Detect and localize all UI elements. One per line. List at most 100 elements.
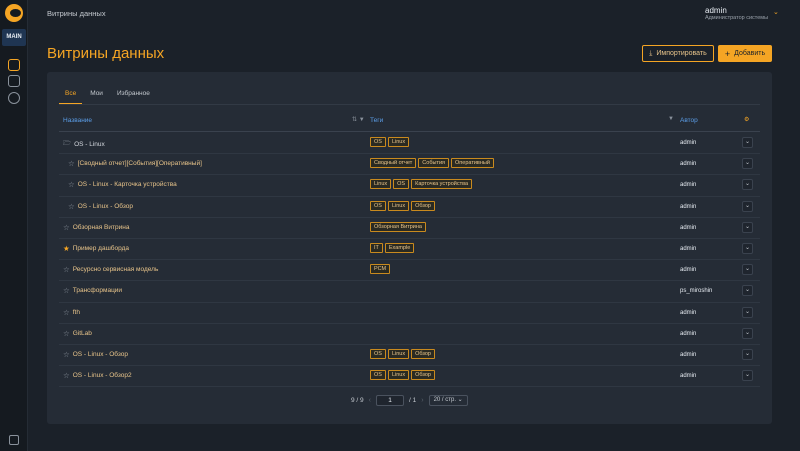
tag: Linux xyxy=(370,179,392,190)
table-row[interactable]: ☆ Ресурсно сервисная модель РСМ admin ⌄ xyxy=(59,260,760,282)
tab-favorites[interactable]: Избранное xyxy=(111,86,156,104)
star-outline-icon[interactable]: ☆ xyxy=(63,308,70,316)
tag: Linux xyxy=(387,137,410,147)
tag: Карточка устройства xyxy=(411,179,473,190)
row-name[interactable]: ☆ [Сводный отчет][События][Оперативный] xyxy=(68,160,202,168)
row-actions-dropdown[interactable]: ⌄ xyxy=(742,242,753,254)
row-name-text: [Сводный отчет][События][Оперативный] xyxy=(77,160,202,168)
row-name[interactable]: ☆ GitLab xyxy=(63,329,92,337)
row-actions-dropdown[interactable]: ⌄ xyxy=(742,264,753,276)
prev-page-icon[interactable]: ‹ xyxy=(369,397,371,404)
tab-mine[interactable]: Мои xyxy=(84,86,109,104)
row-actions-dropdown[interactable]: ⌄ xyxy=(742,285,753,297)
tabs-divider xyxy=(59,104,760,105)
pagination: 9 / 9 ‹ 1 / 1 › 20 / стр. ⌄ xyxy=(351,395,468,406)
user-name[interactable]: admin xyxy=(705,6,727,15)
add-button-label: Добавить xyxy=(734,50,766,57)
row-actions-dropdown[interactable]: ⌄ xyxy=(742,306,753,318)
table-row[interactable]: ☆ OS - Linux - Карточка устройства Linux… xyxy=(59,175,760,197)
row-name[interactable]: ☆ Обзорная Витрина xyxy=(63,224,129,232)
table-row[interactable]: ☆ Обзорная Витрина Обзорная Витрина admi… xyxy=(59,218,760,239)
database-icon[interactable] xyxy=(8,75,20,87)
star-outline-icon[interactable]: ☆ xyxy=(63,351,70,359)
download-icon: ⤓ xyxy=(649,49,653,57)
table-body: 🗁 OS - Linux OS Linux admin ⌄ ☆ [Сводный… xyxy=(59,133,760,388)
table-row[interactable]: ☆ OS - Linux - Обзор OS Linux Обзор admi… xyxy=(59,197,760,218)
table-row[interactable]: ☆ Трансформации ps_miroshin ⌄ xyxy=(59,281,760,303)
table-row[interactable]: ☆ OS - Linux - Обзор OS Linux Обзор admi… xyxy=(59,345,760,367)
row-name[interactable]: ★ Пример дашборда xyxy=(63,245,129,253)
page-title: Витрины данных xyxy=(47,45,165,62)
chevron-down-icon[interactable]: ⌄ xyxy=(773,8,779,16)
star-outline-icon[interactable]: ☆ xyxy=(63,287,70,295)
table-row[interactable]: ☆ [Сводный отчет][События][Оперативный] … xyxy=(59,154,760,176)
row-name[interactable]: ☆ Ресурсно сервисная модель xyxy=(63,266,159,274)
row-author: admin xyxy=(680,267,697,274)
next-page-icon[interactable]: › xyxy=(421,397,423,404)
row-actions-dropdown[interactable]: ⌄ xyxy=(742,327,753,339)
row-author: admin xyxy=(680,203,697,210)
column-name[interactable]: Название xyxy=(63,117,92,124)
row-author: ps_miroshin xyxy=(680,288,713,295)
row-actions-dropdown[interactable]: ⌄ xyxy=(742,370,753,382)
page-size-select[interactable]: 20 / стр. ⌄ xyxy=(428,395,468,406)
star-outline-icon[interactable]: ☆ xyxy=(63,329,70,337)
row-name[interactable]: ☆ Трансформации xyxy=(63,287,123,295)
table-row[interactable]: ☆ OS - Linux - Обзор2 OS Linux Обзор adm… xyxy=(59,366,760,388)
filter-icon[interactable]: ▼ xyxy=(668,116,674,122)
tab-all[interactable]: Все xyxy=(59,86,83,104)
column-author[interactable]: Автор xyxy=(680,117,698,124)
row-name-text: fth xyxy=(72,308,80,316)
star-outline-icon[interactable]: ☆ xyxy=(68,160,75,168)
row-name[interactable]: ☆ OS - Linux - Обзор xyxy=(68,202,133,210)
row-name-text: Ресурсно сервисная модель xyxy=(72,266,159,274)
row-actions-dropdown[interactable]: ⌄ xyxy=(742,221,753,233)
collapse-sidebar-icon[interactable] xyxy=(9,435,19,445)
row-actions-dropdown[interactable]: ⌄ xyxy=(742,158,753,170)
row-actions-dropdown[interactable]: ⌄ xyxy=(742,348,753,360)
row-name-text: Трансформации xyxy=(72,287,123,295)
row-name-text: OS - Linux xyxy=(74,141,105,148)
star-outline-icon[interactable]: ☆ xyxy=(63,266,70,274)
tag: Обзор xyxy=(411,348,435,359)
row-author: admin xyxy=(680,161,697,168)
row-actions-dropdown[interactable]: ⌄ xyxy=(742,137,753,148)
star-outline-icon[interactable]: ☆ xyxy=(63,372,70,380)
column-tags[interactable]: Теги xyxy=(370,117,383,124)
table-row[interactable]: ☆ GitLab admin ⌄ xyxy=(59,324,760,345)
header: Витрины данных admin Администратор систе… xyxy=(28,0,800,28)
row-name[interactable]: ☆ OS - Linux - Обзор xyxy=(63,351,128,359)
row-author: admin xyxy=(680,140,697,146)
table-row[interactable]: ★ Пример дашборда IT Example admin ⌄ xyxy=(59,239,760,261)
star-outline-icon[interactable]: ☆ xyxy=(63,224,70,232)
sidebar: MAIN xyxy=(0,0,28,451)
table-row[interactable]: ☆ fth admin ⌄ xyxy=(59,303,760,324)
star-filled-icon[interactable]: ★ xyxy=(63,245,70,253)
gear-icon[interactable] xyxy=(8,92,20,104)
row-author: admin xyxy=(680,330,697,337)
main-workspace-tag[interactable]: MAIN xyxy=(2,29,26,46)
settings-icon[interactable]: ⚙ xyxy=(744,116,749,123)
tag: OS xyxy=(370,137,386,147)
table-row[interactable]: 🗁 OS - Linux OS Linux admin ⌄ xyxy=(59,133,760,155)
row-tags: Linux OS Карточка устройства xyxy=(370,179,473,190)
tag: Обзор xyxy=(411,370,435,381)
tag: Сводный отчет xyxy=(370,158,417,169)
row-actions-dropdown[interactable]: ⌄ xyxy=(742,179,753,191)
row-name[interactable]: 🗁 OS - Linux xyxy=(63,139,105,150)
breadcrumb[interactable]: Витрины данных xyxy=(47,9,106,18)
row-name[interactable]: ☆ OS - Linux - Обзор2 xyxy=(63,372,132,380)
star-outline-icon[interactable]: ☆ xyxy=(68,181,75,189)
dashboard-icon[interactable] xyxy=(8,59,20,71)
sort-filter-icon[interactable]: ⇅ ▼ xyxy=(352,116,365,123)
row-actions-dropdown[interactable]: ⌄ xyxy=(742,200,753,212)
user-role: Администратор системы xyxy=(705,15,769,21)
import-button[interactable]: ⤓ Импортировать xyxy=(642,45,714,62)
logo[interactable] xyxy=(5,4,23,22)
page-input[interactable]: 1 xyxy=(376,395,404,406)
add-button[interactable]: + Добавить xyxy=(718,45,772,62)
page-size-value: 20 / стр. xyxy=(433,397,457,403)
row-name[interactable]: ☆ OS - Linux - Карточка устройства xyxy=(68,181,177,189)
row-name[interactable]: ☆ fth xyxy=(63,308,80,316)
star-outline-icon[interactable]: ☆ xyxy=(68,202,75,210)
